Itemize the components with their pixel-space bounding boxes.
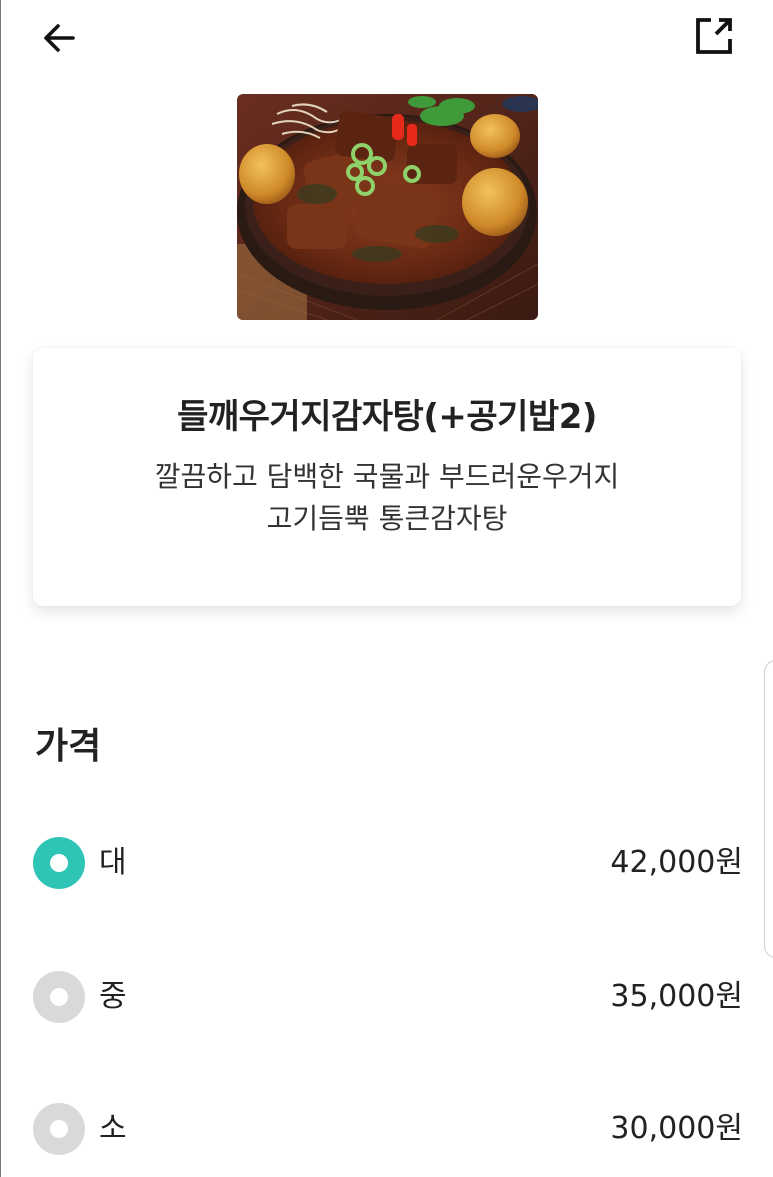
radio-selected-icon[interactable]	[33, 837, 85, 889]
option-price: 30,000원	[610, 1111, 743, 1146]
arrow-left-icon	[44, 24, 75, 52]
back-button[interactable]	[31, 10, 87, 66]
option-label: 대	[99, 845, 127, 880]
menu-description-line: 고기듬뿍 통큰감자탕	[266, 502, 508, 535]
option-label: 소	[99, 1111, 127, 1146]
radio-unselected-icon[interactable]	[33, 971, 85, 1023]
left-edge-line	[0, 0, 1, 1177]
menu-info-card: 들깨우거지감자탕(+공기밥2) 깔끔하고 담백한 국물과 부드러운우거지 고기듬…	[33, 348, 741, 606]
share-external-icon	[696, 18, 732, 54]
price-option-small[interactable]: 소 30,000원	[33, 1099, 743, 1159]
radio-unselected-icon[interactable]	[33, 1103, 85, 1155]
menu-description: 깔끔하고 담백한 국물과 부드러운우거지 고기듬뿍 통큰감자탕	[33, 456, 741, 540]
menu-detail-page: 들깨우거지감자탕(+공기밥2) 깔끔하고 담백한 국물과 부드러운우거지 고기듬…	[0, 0, 773, 1177]
price-option-large[interactable]: 대 42,000원	[33, 833, 743, 893]
option-price: 35,000원	[610, 979, 743, 1014]
menu-description-line: 깔끔하고 담백한 국물과 부드러운우거지	[154, 460, 620, 493]
menu-title: 들깨우거지감자탕(+공기밥2)	[177, 397, 597, 437]
option-price: 42,000원	[610, 845, 743, 880]
price-section-title: 가격	[35, 726, 102, 767]
scroll-indicator[interactable]	[764, 660, 773, 958]
option-label: 중	[99, 979, 127, 1014]
price-option-medium[interactable]: 중 35,000원	[33, 967, 743, 1027]
menu-photo	[237, 94, 538, 320]
share-button[interactable]	[686, 8, 742, 64]
